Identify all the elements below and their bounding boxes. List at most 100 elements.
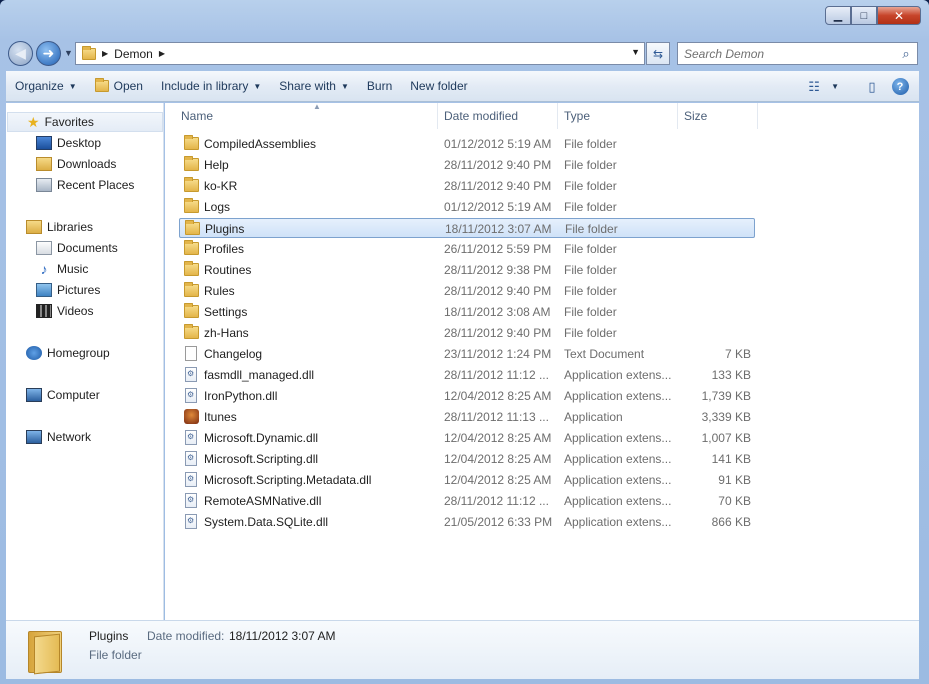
file-row[interactable]: zh-Hans 28/11/2012 9:40 PM File folder (179, 323, 755, 343)
recent-pages-chevron-icon[interactable]: ▼ (64, 48, 73, 58)
nav-favorites[interactable]: ★ Favorites (7, 112, 163, 132)
open-folder-icon (94, 78, 109, 92)
file-row[interactable]: ko-KR 28/11/2012 9:40 PM File folder (179, 176, 755, 196)
file-row[interactable]: Settings 18/11/2012 3:08 AM File folder (179, 302, 755, 322)
organize-button[interactable]: Organize ▼ (6, 74, 86, 98)
help-button[interactable]: ? (889, 76, 911, 98)
file-row[interactable]: Changelog 23/11/2012 1:24 PM Text Document… (179, 344, 755, 364)
column-header-name[interactable]: Name ▲ (175, 102, 438, 129)
breadcrumb-chevron-icon[interactable]: ▶ (102, 49, 108, 58)
window-bottom-border (0, 679, 929, 684)
breadcrumb-demon[interactable]: Demon (114, 47, 153, 61)
file-row[interactable]: Profiles 26/11/2012 5:59 PM File folder (179, 239, 755, 259)
nav-computer[interactable]: Computer (26, 385, 100, 405)
text-document-icon (185, 346, 197, 361)
file-row[interactable]: Plugins 18/11/2012 3:07 AM File folder (179, 218, 755, 238)
file-size: 141 KB (711, 452, 751, 466)
file-type: File folder (564, 284, 617, 298)
file-date-modified: 28/11/2012 9:40 PM (444, 284, 552, 298)
file-size: 7 KB (724, 347, 751, 361)
file-row[interactable]: fasmdll_managed.dll 28/11/2012 11:12 ... A… (179, 365, 755, 385)
back-button[interactable]: ◀ (8, 41, 33, 66)
file-size: 3,339 KB (701, 410, 751, 424)
address-dropdown-icon[interactable]: ▼ (631, 47, 640, 57)
new-folder-button[interactable]: New folder (401, 74, 476, 98)
column-header-size[interactable]: Size (678, 103, 758, 129)
view-options-button[interactable]: ☷ (803, 76, 825, 98)
file-name: System.Data.SQLite.dll (204, 515, 329, 529)
details-type: File folder (89, 648, 142, 662)
computer-icon (26, 388, 42, 402)
star-icon: ★ (27, 113, 40, 130)
nav-homegroup[interactable]: Homegroup (26, 343, 110, 363)
forward-button[interactable]: ➜ (36, 41, 61, 66)
file-row[interactable]: System.Data.SQLite.dll 21/05/2012 6:33 PM… (179, 512, 755, 532)
file-row[interactable]: Rules 28/11/2012 9:40 PM File folder (179, 281, 755, 301)
maximize-button[interactable]: □ (851, 6, 877, 25)
file-row[interactable]: Routines 28/11/2012 9:38 PM File folder (179, 260, 755, 280)
folder-icon (184, 198, 199, 213)
sort-ascending-icon: ▲ (313, 102, 321, 111)
file-row[interactable]: CompiledAssemblies 01/12/2012 5:19 AM File… (179, 134, 755, 154)
file-date-modified: 12/04/2012 8:25 AM (444, 389, 552, 403)
nav-libraries[interactable]: Libraries (26, 217, 93, 237)
include-in-library-button[interactable]: Include in library ▼ (152, 74, 270, 98)
file-type: Application extens... (564, 368, 672, 382)
file-row[interactable]: Itunes 28/11/2012 11:13 ... Application 3,3… (179, 407, 755, 427)
file-name: Microsoft.Scripting.Metadata.dll (204, 473, 372, 487)
nav-recent-places[interactable]: Recent Places (36, 175, 134, 195)
file-type: File folder (565, 222, 618, 236)
file-name: Microsoft.Scripting.dll (204, 452, 319, 466)
open-button[interactable]: Open (86, 74, 152, 98)
large-folder-icon (28, 627, 64, 675)
file-name: Logs (204, 200, 231, 214)
refresh-button[interactable]: ⇆ (646, 42, 670, 65)
nav-music-label: Music (57, 262, 89, 276)
close-button[interactable]: ✕ (877, 6, 921, 25)
column-header-type[interactable]: Type (558, 103, 678, 129)
nav-documents[interactable]: Documents (36, 238, 118, 258)
burn-button[interactable]: Burn (358, 74, 401, 98)
file-row[interactable]: Microsoft.Scripting.Metadata.dll 12/04/20… (179, 470, 755, 490)
chevron-down-icon: ▼ (253, 81, 262, 91)
view-chevron-down-icon[interactable]: ▼ (831, 82, 839, 91)
minimize-button[interactable]: ▁ (825, 6, 851, 25)
file-row[interactable]: RemoteASMNative.dll 28/11/2012 11:12 ... A… (179, 491, 755, 511)
file-type: Text Document (564, 347, 645, 361)
file-type: File folder (564, 200, 617, 214)
search-input[interactable] (678, 43, 895, 64)
search-icon[interactable]: ⌕ (895, 46, 917, 62)
column-header-date[interactable]: Date modified (438, 103, 558, 129)
file-row[interactable]: Microsoft.Scripting.dll 12/04/2012 8:25 A… (179, 449, 755, 469)
nav-pictures[interactable]: Pictures (36, 280, 100, 300)
nav-network[interactable]: Network (26, 427, 91, 447)
file-name: CompiledAssemblies (204, 137, 317, 151)
file-date-modified: 28/11/2012 11:12 ... (444, 368, 549, 382)
file-row[interactable]: Microsoft.Dynamic.dll 12/04/2012 8:25 AM A… (179, 428, 755, 448)
breadcrumb-chevron-icon[interactable]: ▶ (159, 49, 165, 58)
nav-downloads[interactable]: Downloads (36, 154, 116, 174)
column-date-label: Date modified (444, 109, 519, 123)
preview-pane-button[interactable]: ▯ (861, 76, 883, 98)
share-with-button[interactable]: Share with ▼ (270, 74, 358, 98)
file-date-modified: 28/11/2012 9:40 PM (444, 158, 552, 172)
nav-desktop[interactable]: Desktop (36, 133, 101, 153)
address-bar[interactable]: ▶ Demon ▶ ▼ (75, 42, 645, 65)
file-type: Application (564, 410, 623, 424)
nav-videos[interactable]: Videos (36, 301, 93, 321)
file-name: Rules (204, 284, 235, 298)
folder-icon (184, 324, 199, 339)
file-date-modified: 28/11/2012 9:40 PM (444, 326, 552, 340)
folder-icon (184, 156, 199, 171)
file-row[interactable]: Help 28/11/2012 9:40 PM File folder (179, 155, 755, 175)
navigation-pane: ★ Favorites Desktop Downloads Recent Pla… (6, 103, 164, 620)
file-row[interactable]: IronPython.dll 12/04/2012 8:25 AM Applicat… (179, 386, 755, 406)
homegroup-icon (26, 346, 42, 360)
nav-music[interactable]: ♪ Music (36, 259, 89, 279)
help-icon: ? (891, 78, 909, 95)
file-size: 1,007 KB (701, 431, 751, 445)
dll-file-icon (185, 493, 197, 508)
file-size: 1,739 KB (701, 389, 751, 403)
file-type: File folder (564, 179, 617, 193)
file-row[interactable]: Logs 01/12/2012 5:19 AM File folder (179, 197, 755, 217)
